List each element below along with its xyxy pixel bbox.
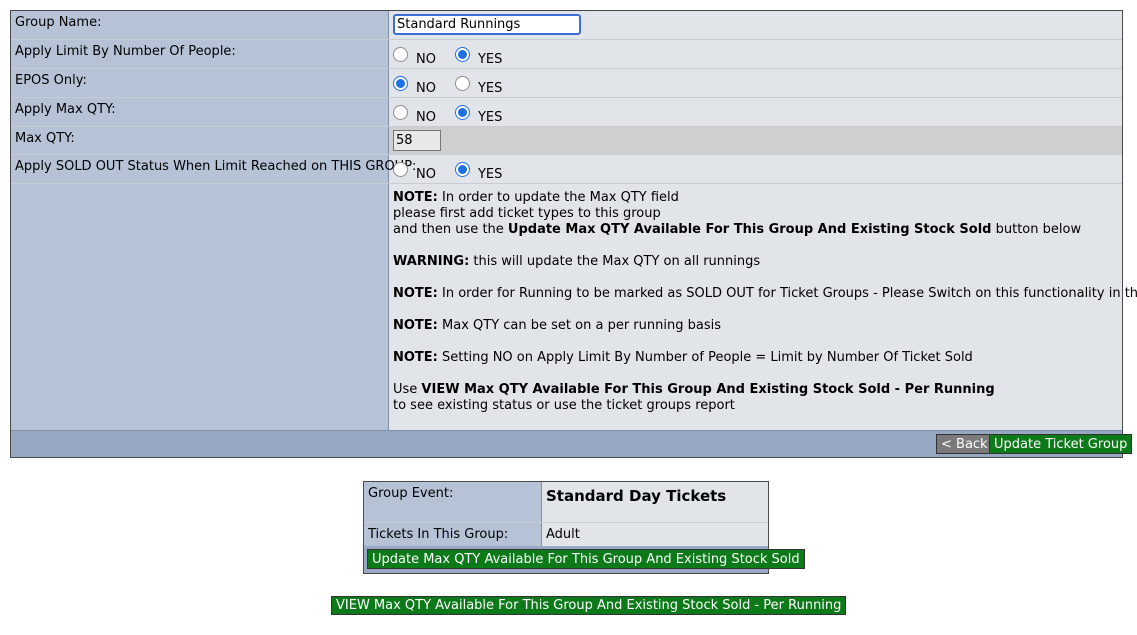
- max-qty-input[interactable]: [393, 130, 441, 151]
- epos-only-yes-radio[interactable]: [454, 76, 470, 91]
- apply-sold-out-label: Apply SOLD OUT Status When Limit Reached…: [11, 155, 416, 183]
- epos-only-no-option[interactable]: NO: [393, 72, 436, 96]
- apply-sold-out-no-option[interactable]: NO: [393, 158, 436, 182]
- update-max-qty-row: Update Max QTY Available For This Group …: [364, 546, 805, 573]
- apply-max-qty-no-option[interactable]: NO: [393, 101, 436, 125]
- tickets-in-group-label: Tickets In This Group:: [364, 523, 542, 546]
- apply-max-qty-yes-label: YES: [477, 110, 503, 125]
- group-event-row: Group Event: Standard Day Tickets: [364, 482, 768, 523]
- apply-max-qty-no-radio[interactable]: [393, 105, 408, 120]
- epos-only-yes-label: YES: [477, 81, 503, 96]
- note-sold-out: NOTE: In order for Running to be marked …: [393, 286, 1137, 301]
- notes-row: NOTE: In order to update the Max QTY fie…: [11, 184, 1137, 431]
- group-name-input[interactable]: [393, 14, 581, 35]
- form-footer: < Back Update Ticket Group: [11, 430, 1133, 457]
- apply-sold-out-yes-radio[interactable]: [454, 162, 470, 177]
- note-limit-setting: NOTE: Setting NO on Apply Limit By Numbe…: [393, 350, 973, 365]
- epos-only-no-radio[interactable]: [393, 76, 408, 91]
- max-qty-row: Max QTY:: [11, 127, 1122, 155]
- apply-limit-yes-radio[interactable]: [454, 47, 470, 62]
- apply-sold-out-no-radio[interactable]: [393, 162, 408, 177]
- apply-sold-out-no-label: NO: [416, 167, 436, 182]
- tickets-in-group-row: Tickets In This Group: Adult: [364, 523, 768, 546]
- group-info-panel: Group Event: Standard Day Tickets Ticket…: [363, 481, 805, 574]
- ticket-group-form: Group Name: Apply Limit By Number Of Peo…: [10, 10, 1137, 458]
- group-name-label: Group Name:: [11, 11, 389, 39]
- apply-limit-row: Apply Limit By Number Of People: NO YES: [11, 40, 1122, 69]
- apply-limit-yes-option[interactable]: YES: [454, 43, 503, 67]
- notes-label-cell: [11, 184, 389, 431]
- notes-panel: NOTE: In order to update the Max QTY fie…: [389, 184, 1137, 431]
- apply-sold-out-yes-label: YES: [477, 167, 503, 182]
- apply-max-qty-row: Apply Max QTY: NO YES: [11, 98, 1122, 127]
- apply-limit-no-radio[interactable]: [393, 47, 408, 62]
- apply-limit-no-option[interactable]: NO: [393, 43, 436, 67]
- apply-sold-out-yes-option[interactable]: YES: [454, 158, 503, 182]
- back-button[interactable]: < Back: [936, 434, 993, 454]
- epos-only-row: EPOS Only: NO YES: [11, 69, 1122, 98]
- epos-only-no-label: NO: [416, 81, 436, 96]
- update-ticket-group-button[interactable]: Update Ticket Group: [989, 434, 1133, 454]
- note-update-max-qty: NOTE: In order to update the Max QTY fie…: [393, 190, 1082, 237]
- group-event-value: Standard Day Tickets: [546, 487, 727, 505]
- apply-sold-out-row: Apply SOLD OUT Status When Limit Reached…: [11, 155, 1122, 184]
- tickets-in-group-value: Adult: [546, 527, 580, 542]
- apply-max-qty-label: Apply Max QTY:: [11, 98, 389, 126]
- group-event-label: Group Event:: [364, 482, 542, 522]
- warning-note: WARNING: this will update the Max QTY on…: [393, 254, 761, 269]
- apply-limit-no-label: NO: [416, 52, 436, 67]
- apply-max-qty-no-label: NO: [416, 110, 436, 125]
- note-per-running: NOTE: Max QTY can be set on a per runnin…: [393, 318, 721, 333]
- view-max-qty-button[interactable]: VIEW Max QTY Available For This Group An…: [331, 596, 847, 615]
- max-qty-label: Max QTY:: [11, 127, 389, 154]
- apply-limit-label: Apply Limit By Number Of People:: [11, 40, 389, 68]
- apply-max-qty-yes-radio[interactable]: [454, 105, 470, 120]
- epos-only-label: EPOS Only:: [11, 69, 389, 97]
- note-view-usage: Use VIEW Max QTY Available For This Grou…: [393, 382, 995, 413]
- apply-limit-yes-label: YES: [477, 52, 503, 67]
- apply-max-qty-yes-option[interactable]: YES: [454, 101, 503, 125]
- epos-only-yes-option[interactable]: YES: [454, 72, 503, 96]
- group-name-row: Group Name:: [11, 11, 1122, 40]
- update-max-qty-button[interactable]: Update Max QTY Available For This Group …: [367, 549, 805, 569]
